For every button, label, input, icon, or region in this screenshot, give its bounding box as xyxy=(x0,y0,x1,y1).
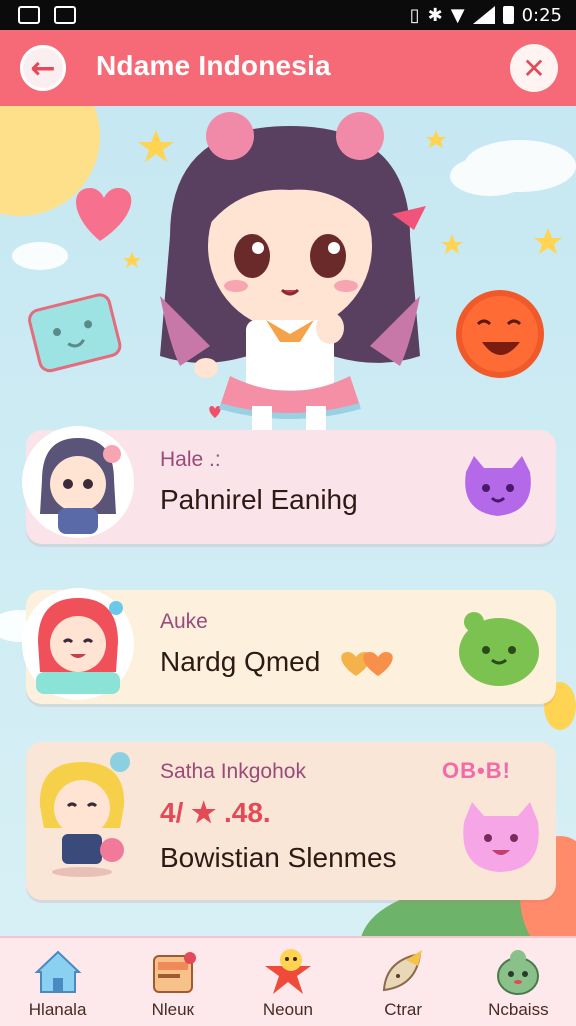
character-card[interactable]: Auke Nardg Qmed xyxy=(22,588,556,704)
cube-creature xyxy=(28,293,122,373)
notification-icon xyxy=(18,6,40,24)
inbox-icon xyxy=(152,952,196,993)
character-card[interactable]: Hale .: Pahnirel Eanihg xyxy=(22,426,556,544)
home-icon xyxy=(34,950,82,993)
nav-item-leaf[interactable]: Ctrar xyxy=(353,938,453,1026)
card-main-text: Pahnirel Eanihg xyxy=(160,484,358,515)
creature-icon xyxy=(497,950,540,995)
app-header: ← Ndame Indonesia ✕ xyxy=(0,30,576,106)
close-icon: ✕ xyxy=(522,51,546,85)
nav-item-home[interactable]: Hlanala xyxy=(8,938,108,1026)
arrow-left-icon: ← xyxy=(30,50,56,86)
battery-icon xyxy=(502,6,514,24)
star-character-icon xyxy=(264,949,311,994)
nav-label: Ncbaiss xyxy=(488,1000,549,1019)
clock: 0:25 xyxy=(521,4,562,26)
heart-shape xyxy=(76,188,132,241)
orange-creature xyxy=(456,290,544,378)
page-title: Ndame Indonesia xyxy=(96,50,331,81)
card-title: Auke xyxy=(160,610,208,633)
bluetooth-icon: ✱ xyxy=(427,4,443,26)
character-card[interactable]: Satha Inkgohok 4/ ★ .48. Bowistian Slenm… xyxy=(26,742,556,900)
vibrate-icon: ▯ xyxy=(409,4,420,26)
main-character xyxy=(160,112,426,460)
card-main-text: Bowistian Slenmes xyxy=(160,842,397,873)
card-title: Hale .: xyxy=(160,448,221,471)
nav-item-inbox[interactable]: Nleuк xyxy=(123,938,223,1026)
nav-item-creature[interactable]: Ncbaiss xyxy=(468,938,568,1026)
avatar xyxy=(22,588,134,700)
content-area: Hale .: Pahnirel Eanihg Auke Nardg Qmed xyxy=(0,106,576,936)
app-icon xyxy=(54,6,76,24)
leaf-icon xyxy=(383,950,423,992)
close-button[interactable]: ✕ xyxy=(510,44,558,92)
signal-icon xyxy=(472,6,495,24)
card-score: 4/ ★ .48. xyxy=(160,797,271,828)
card-main-text: Nardg Qmed xyxy=(160,646,321,677)
nav-label: Ctrar xyxy=(384,1000,423,1019)
nav-item-center[interactable]: Neoun xyxy=(238,938,338,1026)
wifi-icon: ▼ xyxy=(450,4,465,26)
nav-label: Neoun xyxy=(262,1000,314,1019)
back-button[interactable]: ← xyxy=(20,45,66,91)
purple-cat-icon xyxy=(465,456,531,516)
green-blob-icon xyxy=(459,612,539,686)
nav-label: Hlanala xyxy=(28,1000,87,1019)
nav-label: Nleuк xyxy=(151,1000,194,1019)
avatar xyxy=(39,752,130,877)
bottom-navigation: Hlanala Nleuк Neoun Ctrar Ncbaiss xyxy=(0,936,576,1026)
status-bar: ▯ ✱ ▼ 0:25 xyxy=(0,0,576,30)
hearts-icon xyxy=(341,652,393,676)
badge-label: OB•B! xyxy=(442,758,511,783)
pink-cat-icon xyxy=(463,802,539,872)
card-title: Satha Inkgohok xyxy=(160,760,306,783)
avatar xyxy=(22,426,134,538)
